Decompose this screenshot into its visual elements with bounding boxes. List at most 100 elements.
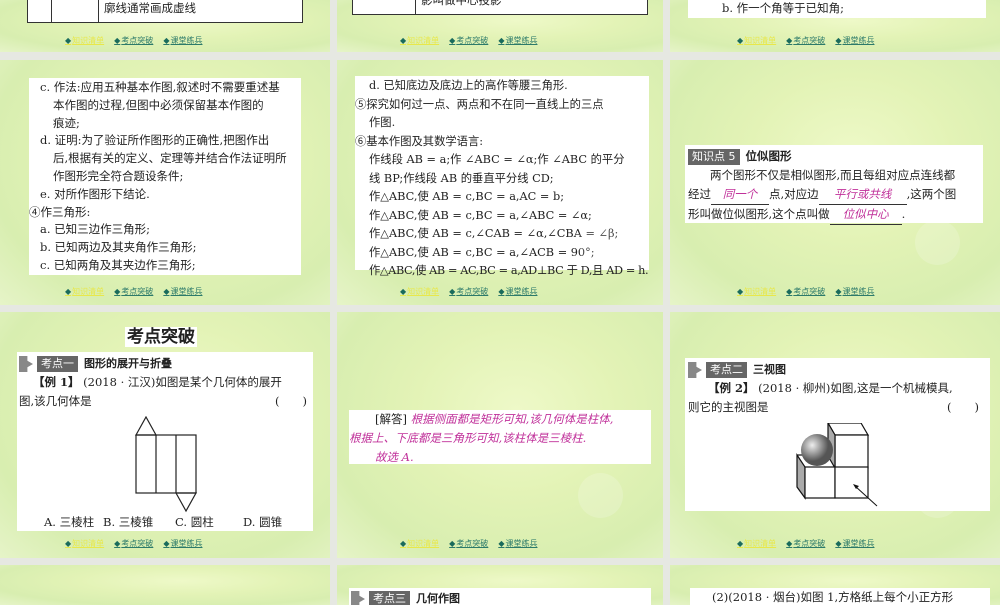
slide-nav: 知识清单 考点突破 课堂练兵	[65, 538, 202, 549]
nav-knowledge-link[interactable]: 知识清单	[65, 538, 104, 549]
text-line: b. 已知两边及其夹角作三角形;	[40, 240, 197, 255]
answer-paren: ( )	[947, 400, 979, 414]
nav-breakthrough-link[interactable]: 考点突破	[449, 538, 488, 549]
nav-practice-link[interactable]: 课堂练兵	[835, 538, 874, 549]
nav-practice-link[interactable]: 课堂练兵	[498, 35, 537, 46]
text-line: 两个图形不仅是相似图形,而且每组对应点连线都	[710, 168, 956, 182]
slide-nav: 知识清单 考点突破 课堂练兵	[400, 538, 537, 549]
text-line: 本作图的过程,但图中必须保留基本作图的	[53, 97, 264, 112]
slide-thumbnail[interactable]: [解答] 根据侧面都是矩形可知,该几何体是柱体, 根据上、下底都是三角形可知,该…	[337, 312, 663, 558]
slide-thumbnail[interactable]: d. 已知底边及底边上的高作等腰三角形. ⑤探究如何过一点、两点和不在同一直线上…	[337, 60, 663, 305]
nav-knowledge-link[interactable]: 知识清单	[737, 35, 776, 46]
exam-point-tag: 考点二	[706, 362, 747, 378]
example-label: 【例 1】	[33, 375, 80, 389]
nav-breakthrough-link[interactable]: 考点突破	[114, 286, 153, 297]
content-box: (2)(2018 · 烟台)如图 1,方格纸上每个小正方形	[690, 588, 990, 605]
option-d: D. 圆锥	[243, 515, 283, 529]
option-a: A. 三棱柱	[44, 515, 95, 529]
section-title: 位似图形	[745, 149, 792, 163]
text-line: ⑥基本作图及其数学语言:	[355, 134, 484, 148]
exam-point-tag: 考点一	[37, 356, 78, 372]
answer-text: 根据侧面都是矩形可知,该几何体是柱体,	[410, 412, 614, 426]
nav-breakthrough-link[interactable]: 考点突破	[449, 286, 488, 297]
text-fragment: 形叫做位似图形,这个点叫做	[688, 207, 830, 221]
text-line: 作△ABC,使 AB = c,BC = a,∠ACB = 90°;	[369, 245, 595, 259]
table: 廓线通常画成虚线	[27, 0, 303, 23]
text-fragment: ,这两个图	[906, 187, 957, 201]
nav-practice-link[interactable]: 课堂练兵	[163, 286, 202, 297]
nav-knowledge-link[interactable]: 知识清单	[65, 35, 104, 46]
nav-breakthrough-link[interactable]: 考点突破	[114, 35, 153, 46]
door-arrow-icon	[351, 591, 365, 605]
text-line: 作△ABC,使 AB = c,BC = a,∠ABC = ∠α;	[369, 208, 592, 222]
content-box: 考点一 图形的展开与折叠 【例 1】 (2018 · 江汉)如图是某个几何体的展开…	[17, 352, 313, 531]
text-line: a. 已知三边作三角形;	[40, 222, 151, 237]
answer-text: 根据上、下底都是三角形可知,该柱体是三棱柱.	[349, 431, 587, 445]
slide-nav: 知识清单 考点突破 课堂练兵	[737, 538, 874, 549]
question-text: (2018 · 江汉)如图是某个几何体的展开	[83, 375, 282, 389]
content-box: 知识点 5 位似图形 两个图形不仅是相似图形,而且每组对应点连线都 经过 同一个 点,…	[685, 145, 983, 225]
slide-thumbnail[interactable]	[0, 565, 330, 605]
nav-practice-link[interactable]: 课堂练兵	[163, 35, 202, 46]
nav-breakthrough-link[interactable]: 考点突破	[449, 35, 488, 46]
nav-breakthrough-link[interactable]: 考点突破	[786, 35, 825, 46]
nav-breakthrough-link[interactable]: 考点突破	[786, 538, 825, 549]
slide-thumbnail[interactable]: 考点二 三视图 【例 2】 (2018 · 柳州)如图,这是一个机械模具, 则它的…	[670, 312, 1000, 558]
text-line: b. 作一个角等于已知角;	[722, 1, 845, 15]
slide-thumbnail[interactable]: 影叫做中心投影 知识清单 考点突破 课堂练兵	[337, 0, 663, 52]
topic-title: 图形的展开与折叠	[84, 357, 172, 370]
answer-blank: 平行或共线	[818, 185, 907, 205]
content-box: d. 已知底边及底边上的高作等腰三角形. ⑤探究如何过一点、两点和不在同一直线上…	[355, 76, 649, 277]
nav-practice-link[interactable]: 课堂练兵	[163, 538, 202, 549]
knowledge-point-tag: 知识点 5	[688, 149, 740, 165]
answer-label: [解答]	[375, 412, 407, 426]
nav-breakthrough-link[interactable]: 考点突破	[114, 538, 153, 549]
nav-knowledge-link[interactable]: 知识清单	[400, 286, 439, 297]
slide-thumbnail[interactable]: 考点突破 考点一 图形的展开与折叠 【例 1】 (2018 · 江汉)如图是某个几…	[0, 312, 330, 558]
nav-breakthrough-link[interactable]: 考点突破	[786, 286, 825, 297]
slide-nav: 知识清单 考点突破 课堂练兵	[400, 286, 537, 297]
answer-text: 故选 A.	[375, 450, 414, 464]
slide-nav: 知识清单 考点突破 课堂练兵	[737, 286, 874, 297]
slide-title: 考点突破	[125, 327, 197, 347]
text-line: 作△ABC,使 AB = c,BC = a,AC = b;	[369, 190, 565, 203]
slide-thumbnail[interactable]: 考点三 几何作图	[337, 565, 663, 605]
text-line: e. 对所作图形下结论.	[40, 186, 150, 201]
topic-title: 几何作图	[416, 592, 460, 605]
text-fragment: 点,对应边	[769, 187, 819, 201]
nav-practice-link[interactable]: 课堂练兵	[835, 286, 874, 297]
content-box: 考点三 几何作图	[349, 588, 651, 605]
slide-thumbnail[interactable]: c. 作法:应用五种基本作图,叙述时不需要重述基 本作图的过程,但图中必须保留基…	[0, 60, 330, 305]
table: 影叫做中心投影	[352, 0, 648, 15]
answer-blank: 同一个	[711, 185, 769, 205]
nav-practice-link[interactable]: 课堂练兵	[835, 35, 874, 46]
nav-knowledge-link[interactable]: 知识清单	[400, 538, 439, 549]
nav-practice-link[interactable]: 课堂练兵	[498, 538, 537, 549]
table-cell: 廓线通常画成虚线	[104, 1, 196, 15]
option-c: C. 圆柱	[175, 515, 214, 529]
slide-thumbnail[interactable]: (2)(2018 · 烟台)如图 1,方格纸上每个小正方形	[670, 565, 1000, 605]
door-arrow-icon	[688, 362, 702, 378]
text-line: 作△ABC,使 AB = c,∠CAB = ∠α,∠CBA = ∠β;	[369, 227, 619, 240]
nav-practice-link[interactable]: 课堂练兵	[498, 286, 537, 297]
exam-point-tag: 考点三	[369, 591, 410, 605]
table-cell: 影叫做中心投影	[421, 0, 502, 7]
mold-figure	[796, 423, 878, 507]
nav-knowledge-link[interactable]: 知识清单	[737, 286, 776, 297]
nav-knowledge-link[interactable]: 知识清单	[737, 538, 776, 549]
slide-nav: 知识清单 考点突破 课堂练兵	[737, 35, 874, 46]
slide-nav: 知识清单 考点突破 课堂练兵	[65, 286, 202, 297]
answer-paren: ( )	[275, 394, 307, 408]
text-line: c. 作法:应用五种基本作图,叙述时不需要重述基	[40, 80, 280, 94]
option-b: B. 三棱锥	[103, 515, 154, 529]
slide-nav: 知识清单 考点突破 课堂练兵	[400, 35, 537, 46]
slide-thumbnail[interactable]: 廓线通常画成虚线 知识清单 考点突破 课堂练兵	[0, 0, 330, 52]
nav-knowledge-link[interactable]: 知识清单	[400, 35, 439, 46]
slide-thumbnail[interactable]: 知识点 5 位似图形 两个图形不仅是相似图形,而且每组对应点连线都 经过 同一个 点,…	[670, 60, 1000, 305]
question-text: 图,该几何体是	[19, 394, 92, 408]
slide-thumbnail[interactable]: b. 作一个角等于已知角; 知识清单 考点突破 课堂练兵	[670, 0, 1000, 52]
content-box: [解答] 根据侧面都是矩形可知,该几何体是柱体, 根据上、下底都是三角形可知,该…	[349, 410, 651, 464]
nav-knowledge-link[interactable]: 知识清单	[65, 286, 104, 297]
text-line: 作图形完全符合题设条件;	[53, 168, 184, 183]
question-text: 则它的主视图是	[688, 400, 769, 414]
